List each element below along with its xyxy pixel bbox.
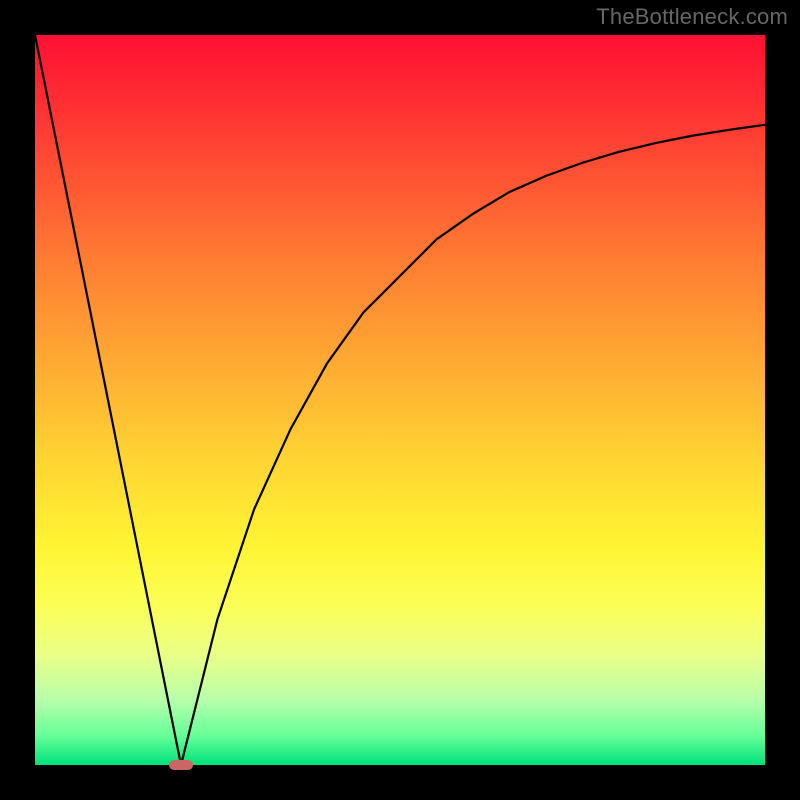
line-plot xyxy=(35,35,765,765)
curve-left xyxy=(35,35,181,765)
min-marker xyxy=(169,760,194,771)
watermark-text: TheBottleneck.com xyxy=(596,4,788,30)
chart-frame: TheBottleneck.com xyxy=(0,0,800,800)
curve-right xyxy=(181,125,765,765)
plot-area xyxy=(35,35,765,765)
